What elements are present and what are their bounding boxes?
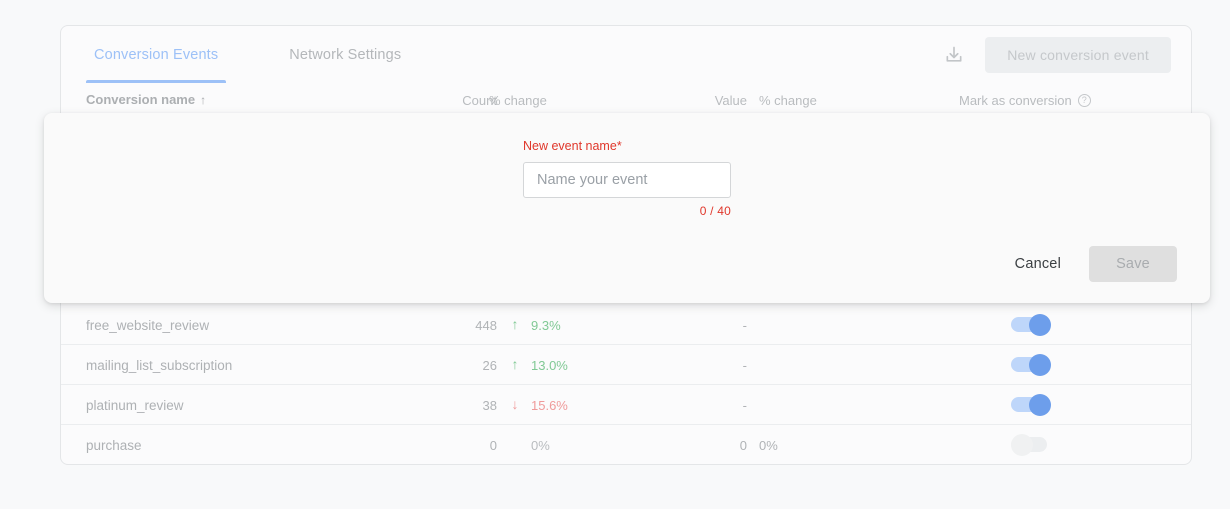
table-header: Conversion name ↑ Count % change Value %… <box>61 83 1191 115</box>
row-value: 0 <box>691 438 747 453</box>
new-event-name-field-group: New event name* 0 / 40 <box>523 139 731 218</box>
row-count-change: 0% <box>531 438 550 453</box>
column-header-conversion-name[interactable]: Conversion name ↑ <box>86 92 206 107</box>
new-event-name-label-text: New event name <box>523 139 617 153</box>
mark-as-conversion-toggle[interactable] <box>1011 434 1055 456</box>
column-header-mark-as-conversion-label: Mark as conversion <box>959 93 1072 108</box>
tab-conversion-events-label: Conversion Events <box>94 47 218 63</box>
new-event-name-label: New event name* <box>523 139 731 153</box>
row-value: - <box>691 318 747 333</box>
trend-up-icon: ↑ <box>509 316 521 332</box>
row-name: purchase <box>86 438 142 453</box>
row-count: 38 <box>441 398 497 413</box>
tab-conversion-events[interactable]: Conversion Events <box>86 26 226 83</box>
row-name: platinum_review <box>86 398 184 413</box>
tab-list: Conversion Events Network Settings <box>86 26 409 83</box>
mark-as-conversion-toggle[interactable] <box>1011 354 1055 376</box>
table-row[interactable]: free_website_review 448 ↑ 9.3% - <box>61 305 1191 345</box>
toggle-switch-on[interactable] <box>1011 354 1055 376</box>
new-conversion-event-dialog: New event name* 0 / 40 Cancel Save <box>44 113 1210 303</box>
new-event-name-input[interactable] <box>523 162 731 198</box>
row-count-change: 13.0% <box>531 358 568 373</box>
row-name: free_website_review <box>86 318 209 333</box>
toggle-knob <box>1029 394 1051 416</box>
sort-ascending-icon: ↑ <box>200 94 206 106</box>
table-row[interactable]: mailing_list_subscription 26 ↑ 13.0% - <box>61 345 1191 385</box>
toggle-knob <box>1011 434 1033 456</box>
tab-network-settings-label: Network Settings <box>289 47 401 63</box>
cancel-button[interactable]: Cancel <box>1011 248 1065 280</box>
row-value: - <box>691 398 747 413</box>
row-count: 448 <box>441 318 497 333</box>
tab-bar: Conversion Events Network Settings New c… <box>61 26 1191 83</box>
help-icon[interactable]: ? <box>1078 94 1091 107</box>
row-count: 0 <box>441 438 497 453</box>
new-conversion-event-button[interactable]: New conversion event <box>985 37 1171 73</box>
table-row[interactable]: purchase 0 0% 0 0% <box>61 425 1191 465</box>
column-header-conversion-name-label: Conversion name <box>86 92 195 107</box>
trend-down-icon: ↓ <box>509 396 521 412</box>
tab-network-settings[interactable]: Network Settings <box>281 26 409 83</box>
trend-up-icon: ↑ <box>509 356 521 372</box>
column-header-mark-as-conversion: Mark as conversion ? <box>959 93 1091 108</box>
save-button[interactable]: Save <box>1089 246 1177 282</box>
row-value-change: 0% <box>759 438 778 453</box>
row-count: 26 <box>441 358 497 373</box>
toggle-switch-on[interactable] <box>1011 394 1055 416</box>
row-count-change: 9.3% <box>531 318 561 333</box>
row-value: - <box>691 358 747 373</box>
column-header-value[interactable]: Value <box>691 93 747 108</box>
download-icon[interactable] <box>941 42 967 68</box>
column-header-count-change[interactable]: % change <box>489 93 547 108</box>
character-counter: 0 / 40 <box>523 204 731 218</box>
toolbar-actions: New conversion event <box>941 26 1171 83</box>
column-header-value-change[interactable]: % change <box>759 93 817 108</box>
required-marker: * <box>617 139 622 153</box>
toggle-switch-on[interactable] <box>1011 314 1055 336</box>
toggle-knob <box>1029 354 1051 376</box>
row-name: mailing_list_subscription <box>86 358 232 373</box>
dialog-actions: Cancel Save <box>1011 246 1177 282</box>
row-count-change: 15.6% <box>531 398 568 413</box>
table-row[interactable]: platinum_review 38 ↓ 15.6% - <box>61 385 1191 425</box>
toggle-switch-off[interactable] <box>1011 434 1055 456</box>
toggle-knob <box>1029 314 1051 336</box>
mark-as-conversion-toggle[interactable] <box>1011 314 1055 336</box>
mark-as-conversion-toggle[interactable] <box>1011 394 1055 416</box>
